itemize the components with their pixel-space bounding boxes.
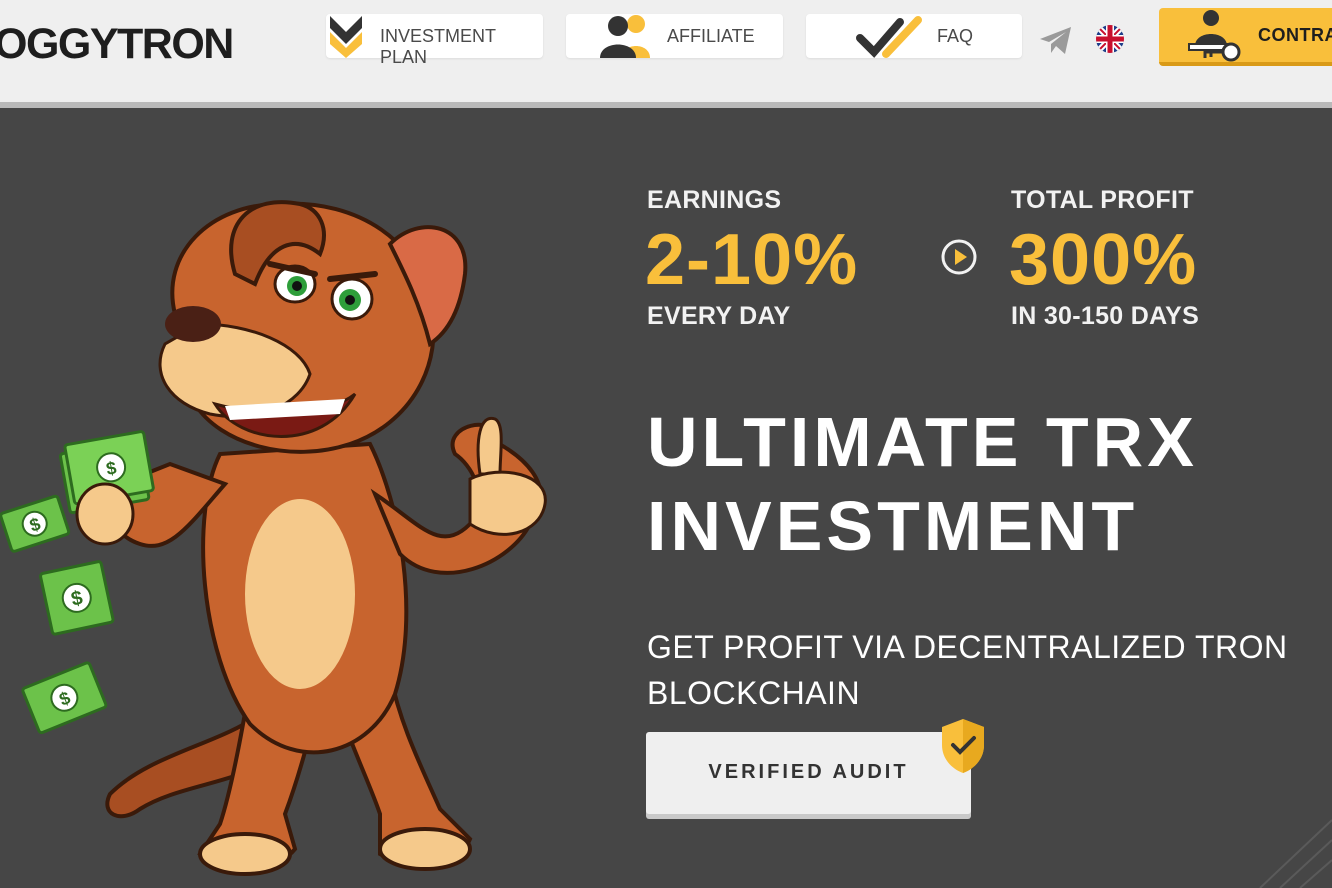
chevron-down-icon — [330, 16, 362, 58]
total-profit-period: IN 30-150 DAYS — [1011, 302, 1200, 330]
contract-key-icon — [1188, 10, 1241, 62]
hero-headline: ULTIMATE TRX INVESTMENT — [647, 400, 1198, 568]
check-icon — [856, 16, 922, 58]
play-icon — [941, 239, 977, 275]
site-logo[interactable]: OGGYTRON — [0, 20, 234, 68]
hero-subtitle: GET PROFIT VIA DECENTRALIZED TRON BLOCKC… — [647, 624, 1332, 716]
nav-faq-button[interactable]: FAQ — [806, 14, 1022, 58]
verified-audit-label: VERIFIED AUDIT — [708, 761, 909, 783]
earnings-label: EARNINGS — [647, 186, 782, 214]
total-profit-value: 300% — [1009, 220, 1198, 300]
nav-affiliate-label: AFFILIATE — [667, 26, 755, 46]
nav-investment-plan-button[interactable]: INVESTMENT PLAN — [326, 14, 543, 67]
money-bill-icon: $ — [0, 494, 71, 553]
decorative-lines — [1259, 819, 1332, 888]
nav-affiliate-button[interactable]: AFFILIATE — [566, 14, 783, 58]
contract-button-label: CONTRA — [1258, 25, 1332, 45]
uk-flag-icon[interactable] — [1095, 24, 1125, 54]
hero-subtitle-line-2: BLOCKCHAIN — [647, 675, 861, 711]
money-bill-icon: $ — [21, 661, 108, 735]
contract-button[interactable]: CONTRA — [1159, 8, 1332, 66]
hero-headline-line-1: ULTIMATE TRX — [647, 403, 1198, 481]
site-header: OGGYTRON INVESTMENT PLAN AFFILIATE FAQ C… — [0, 0, 1332, 108]
earnings-value: 2-10% — [645, 220, 859, 300]
hero-subtitle-line-1: GET PROFIT VIA DECENTRALIZED TRON — [647, 629, 1288, 665]
users-icon — [600, 15, 650, 58]
nav-investment-plan-label: INVESTMENT PLAN — [380, 26, 496, 67]
earnings-period: EVERY DAY — [647, 302, 791, 330]
money-bill-icon: $ — [39, 560, 115, 636]
telegram-icon[interactable] — [1038, 24, 1074, 56]
verified-audit-button[interactable]: VERIFIED AUDIT — [646, 732, 971, 814]
shield-check-icon — [942, 719, 984, 773]
total-profit-label: TOTAL PROFIT — [1011, 186, 1194, 214]
nav-faq-label: FAQ — [937, 26, 974, 46]
hero-headline-line-2: INVESTMENT — [647, 487, 1139, 565]
dog-mascot-illustration: $ $ $ $ — [0, 200, 547, 876]
